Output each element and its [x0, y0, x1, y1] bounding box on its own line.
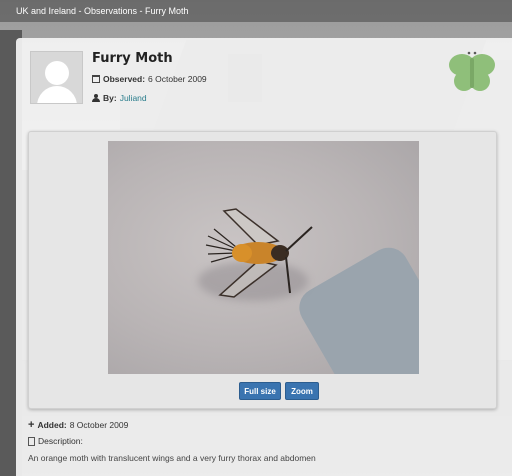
plus-icon: + — [28, 419, 35, 431]
zoom-button[interactable]: Zoom — [285, 382, 319, 400]
observed-date-row: Observed: 6 October 2009 — [92, 74, 207, 84]
added-label: Added: — [37, 420, 67, 430]
observer-link[interactable]: Juliand — [120, 93, 147, 103]
moth-photo[interactable] — [108, 141, 419, 374]
by-label: By: — [103, 93, 117, 103]
butterfly-logo — [449, 51, 495, 91]
document-icon — [28, 436, 35, 446]
added-date-row: + Added: 8 October 2009 — [28, 419, 129, 431]
full-size-button[interactable]: Full size — [239, 382, 281, 400]
avatar[interactable] — [30, 51, 83, 104]
moth-illustration — [205, 208, 313, 298]
photo-card: Full size Zoom — [28, 131, 497, 409]
breadcrumb-text[interactable]: UK and Ireland - Observations - Furry Mo… — [16, 6, 189, 16]
observer-row: By: Juliand — [92, 93, 147, 103]
description-label: Description: — [38, 436, 83, 446]
description-label-row: Description: — [28, 436, 83, 446]
user-icon — [92, 94, 100, 102]
calendar-icon — [92, 75, 100, 83]
page-title: Furry Moth — [92, 51, 173, 66]
observed-date: 6 October 2009 — [148, 74, 207, 84]
observation-panel: Furry Moth Observed: 6 October 2009 By: … — [16, 38, 512, 476]
description-text: An orange moth with translucent wings an… — [28, 453, 316, 463]
breadcrumb[interactable]: UK and Ireland - Observations - Furry Mo… — [0, 0, 512, 22]
observed-label: Observed: — [103, 74, 146, 84]
added-date: 8 October 2009 — [69, 420, 129, 430]
